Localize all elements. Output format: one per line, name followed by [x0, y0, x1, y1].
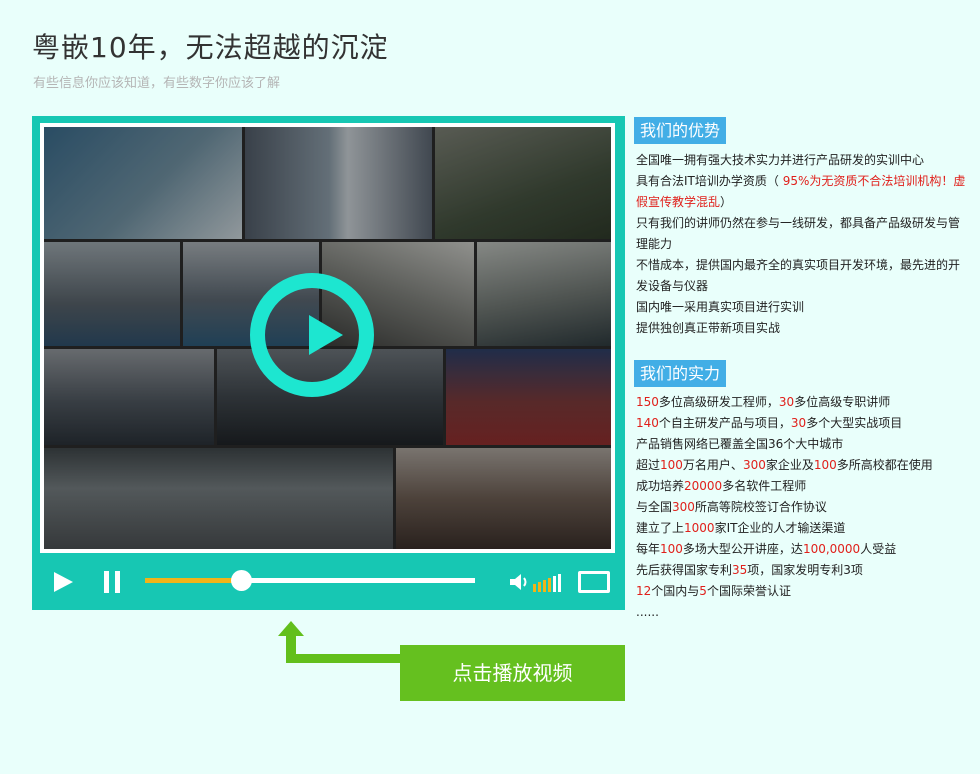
play-icon: [309, 315, 343, 355]
advantage-item: 国内唯一采用真实项目进行实训: [636, 300, 805, 314]
progress-bar[interactable]: [145, 570, 475, 591]
strengths-list: 150多位高级研发工程师，30多位高级专职讲师 140个自主研发产品与项目，30多…: [636, 392, 966, 623]
play-icon[interactable]: [54, 572, 73, 592]
strength-item: 成功培养20000多名软件工程师: [636, 479, 807, 493]
advantage-item: 全国唯一拥有强大技术实力并进行产品研发的实训中心: [636, 153, 925, 167]
strengths-heading: 我们的实力: [634, 360, 727, 387]
page-title: 粤嵌10年，无法超越的沉淀: [32, 31, 389, 64]
video-player: [32, 116, 625, 610]
advantage-item: 提供独创真正带新项目实战: [636, 321, 781, 335]
play-video-cta-button[interactable]: 点击播放视频: [400, 645, 625, 701]
volume-bar: [533, 584, 536, 592]
strength-item: 12个国内与5个国际荣誉认证: [636, 584, 791, 598]
volume-bar: [543, 580, 546, 592]
volume-bar: [553, 576, 556, 592]
strength-item: 建立了上1000家IT企业的人才输送渠道: [636, 521, 846, 535]
volume-bar: [548, 578, 551, 592]
video-screen[interactable]: [40, 123, 615, 553]
strength-item: 超过100万名用户、300家企业及100多所高校都在使用: [636, 458, 933, 472]
pause-icon[interactable]: [104, 571, 120, 593]
fullscreen-icon[interactable]: [578, 571, 610, 593]
advantages-list: 全国唯一拥有强大技术实力并进行产品研发的实训中心具有合法IT培训办学资质（ 95…: [636, 150, 966, 339]
advantages-heading: 我们的优势: [634, 117, 727, 144]
strength-item: 140个自主研发产品与项目，30多个大型实战项目: [636, 416, 903, 430]
strength-item: 产品销售网络已覆盖全国36个大中城市: [636, 437, 844, 451]
progress-fill: [145, 578, 241, 583]
strength-item: 每年100多场大型公开讲座，达100,0000人受益: [636, 542, 897, 556]
volume-icon[interactable]: [508, 571, 530, 593]
strength-item: 150多位高级研发工程师，30多位高级专职讲师: [636, 395, 891, 409]
strength-item: 先后获得国家专利35项，国家发明专利3项: [636, 563, 863, 577]
advantage-item: 不惜成本，提供国内最齐全的真实项目开发环境，最先进的开发设备与仪器: [636, 258, 961, 293]
progress-handle[interactable]: [230, 570, 252, 591]
strength-item: ......: [636, 605, 659, 619]
page-subtitle: 有些信息你应该知道，有些数字你应该了解: [33, 76, 281, 91]
volume-bar: [538, 582, 541, 592]
advantage-item: 具有合法IT培训办学资质（ 95%为无资质不合法培训机构！虚假宣传教学混乱）: [636, 174, 966, 209]
arrow-up-icon: [278, 621, 304, 636]
strength-item: 与全国300所高等院校签订合作协议: [636, 500, 827, 514]
volume-bar: [558, 574, 561, 592]
advantage-item: 只有我们的讲师仍然在参与一线研发，都具备产品级研发与管理能力: [636, 216, 961, 251]
volume-slider[interactable]: [533, 572, 563, 592]
play-video-button[interactable]: [250, 273, 374, 397]
